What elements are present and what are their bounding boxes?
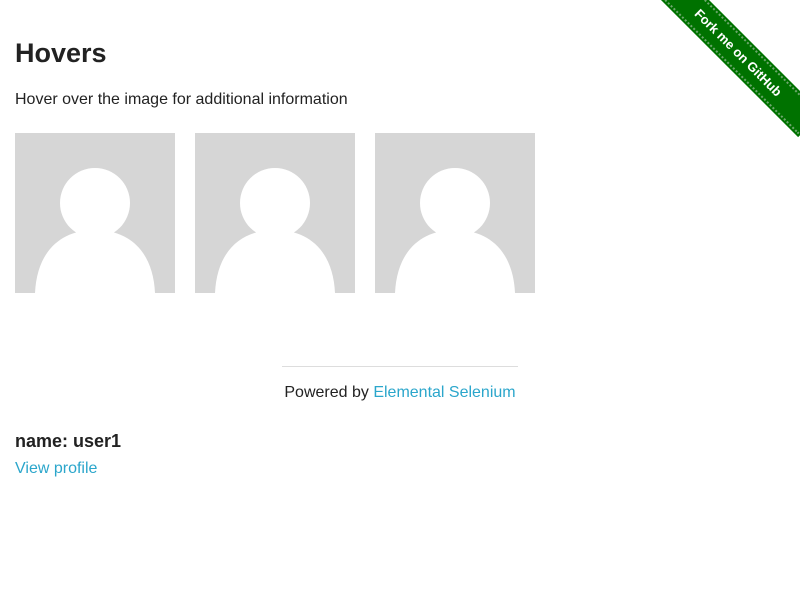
fork-on-github-ribbon[interactable]: Fork me on GitHub [656,0,800,135]
user-figure-caption: name: user1 View profile [15,430,215,478]
github-ribbon-container: Fork me on GitHub [651,0,800,149]
footer-powered-by-text: Powered by [284,384,374,401]
user-avatar-icon[interactable] [195,133,355,293]
user-avatar-icon[interactable] [15,133,175,293]
user-figure-2[interactable] [195,133,355,293]
page-footer: Powered by Elemental Selenium [282,366,518,402]
user-figure-3[interactable] [375,133,535,293]
elemental-selenium-link[interactable]: Elemental Selenium [373,384,515,401]
user-name-label: name: user1 [15,431,122,451]
page-title: Hovers [15,38,107,68]
page: Fork me on GitHub Hovers Hover over the … [0,0,800,600]
user-figure-1[interactable]: name: user1 View profile [15,133,175,477]
view-profile-link[interactable]: View profile [15,460,97,478]
page-description: Hover over the image for additional info… [15,91,348,108]
user-avatar-icon[interactable] [375,133,535,293]
